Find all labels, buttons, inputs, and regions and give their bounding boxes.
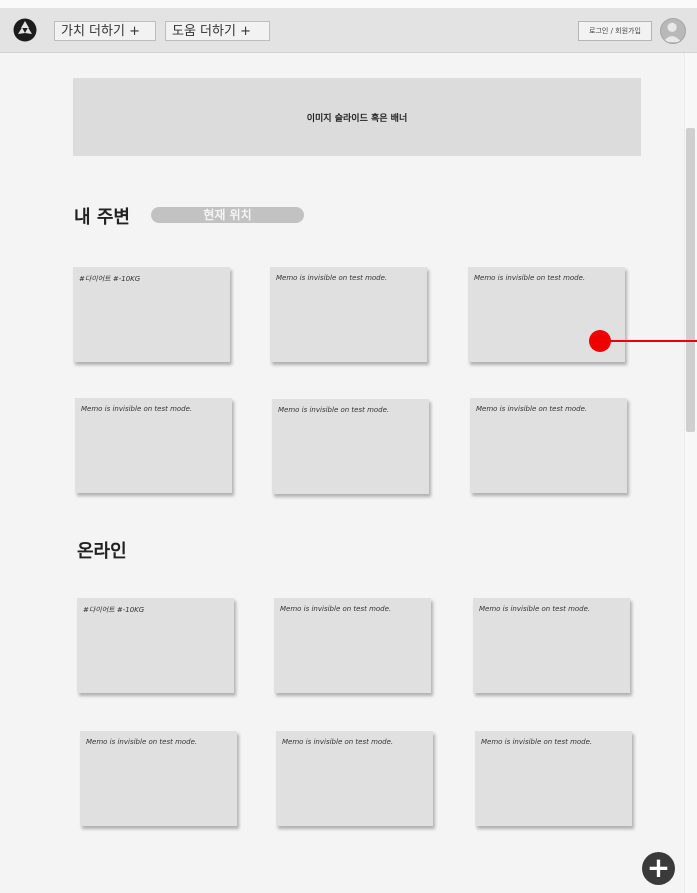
online-section-title: 온라인 [77, 541, 127, 562]
annotation-pointer-dot [589, 330, 611, 352]
image-slide-banner[interactable]: 이미지 슬라이드 혹은 배너 [73, 78, 641, 156]
nav-add-value-button[interactable]: 가치 더하기 + [54, 21, 156, 41]
banner-text: 이미지 슬라이드 혹은 배너 [306, 113, 408, 124]
nearby-section-title: 내 주변 [74, 207, 130, 228]
scrollbar-thumb[interactable] [686, 128, 695, 432]
nearby-card[interactable]: Memo is invisible on test mode. [272, 399, 429, 494]
top-strip [0, 0, 697, 8]
online-card[interactable]: Memo is invisible on test mode. [80, 731, 237, 826]
navbar: 가치 더하기 + 도움 더하기 + 로그인 / 회원가입 [0, 8, 697, 53]
add-floating-button[interactable]: + [642, 852, 675, 885]
app-logo-icon[interactable] [12, 17, 38, 43]
online-card[interactable]: Memo is invisible on test mode. [274, 598, 431, 693]
online-card[interactable]: Memo is invisible on test mode. [276, 731, 433, 826]
online-card[interactable]: Memo is invisible on test mode. [473, 598, 630, 693]
online-card[interactable]: Memo is invisible on test mode. [475, 731, 632, 826]
nearby-card[interactable]: Memo is invisible on test mode. [270, 267, 427, 362]
nearby-card[interactable]: #다이어트 #-10KG [73, 267, 230, 362]
login-signup-button[interactable]: 로그인 / 회원가입 [578, 21, 652, 41]
user-icon [662, 22, 682, 43]
nav-add-help-button[interactable]: 도움 더하기 + [165, 21, 270, 41]
avatar[interactable] [660, 18, 686, 44]
nearby-card[interactable]: Memo is invisible on test mode. [75, 398, 232, 493]
online-card[interactable]: #다이어트 #-10KG [77, 598, 234, 693]
current-location-button[interactable]: 현재 위치 [151, 207, 304, 223]
nearby-card[interactable]: Memo is invisible on test mode. [470, 398, 627, 493]
annotation-pointer-line [608, 340, 697, 342]
